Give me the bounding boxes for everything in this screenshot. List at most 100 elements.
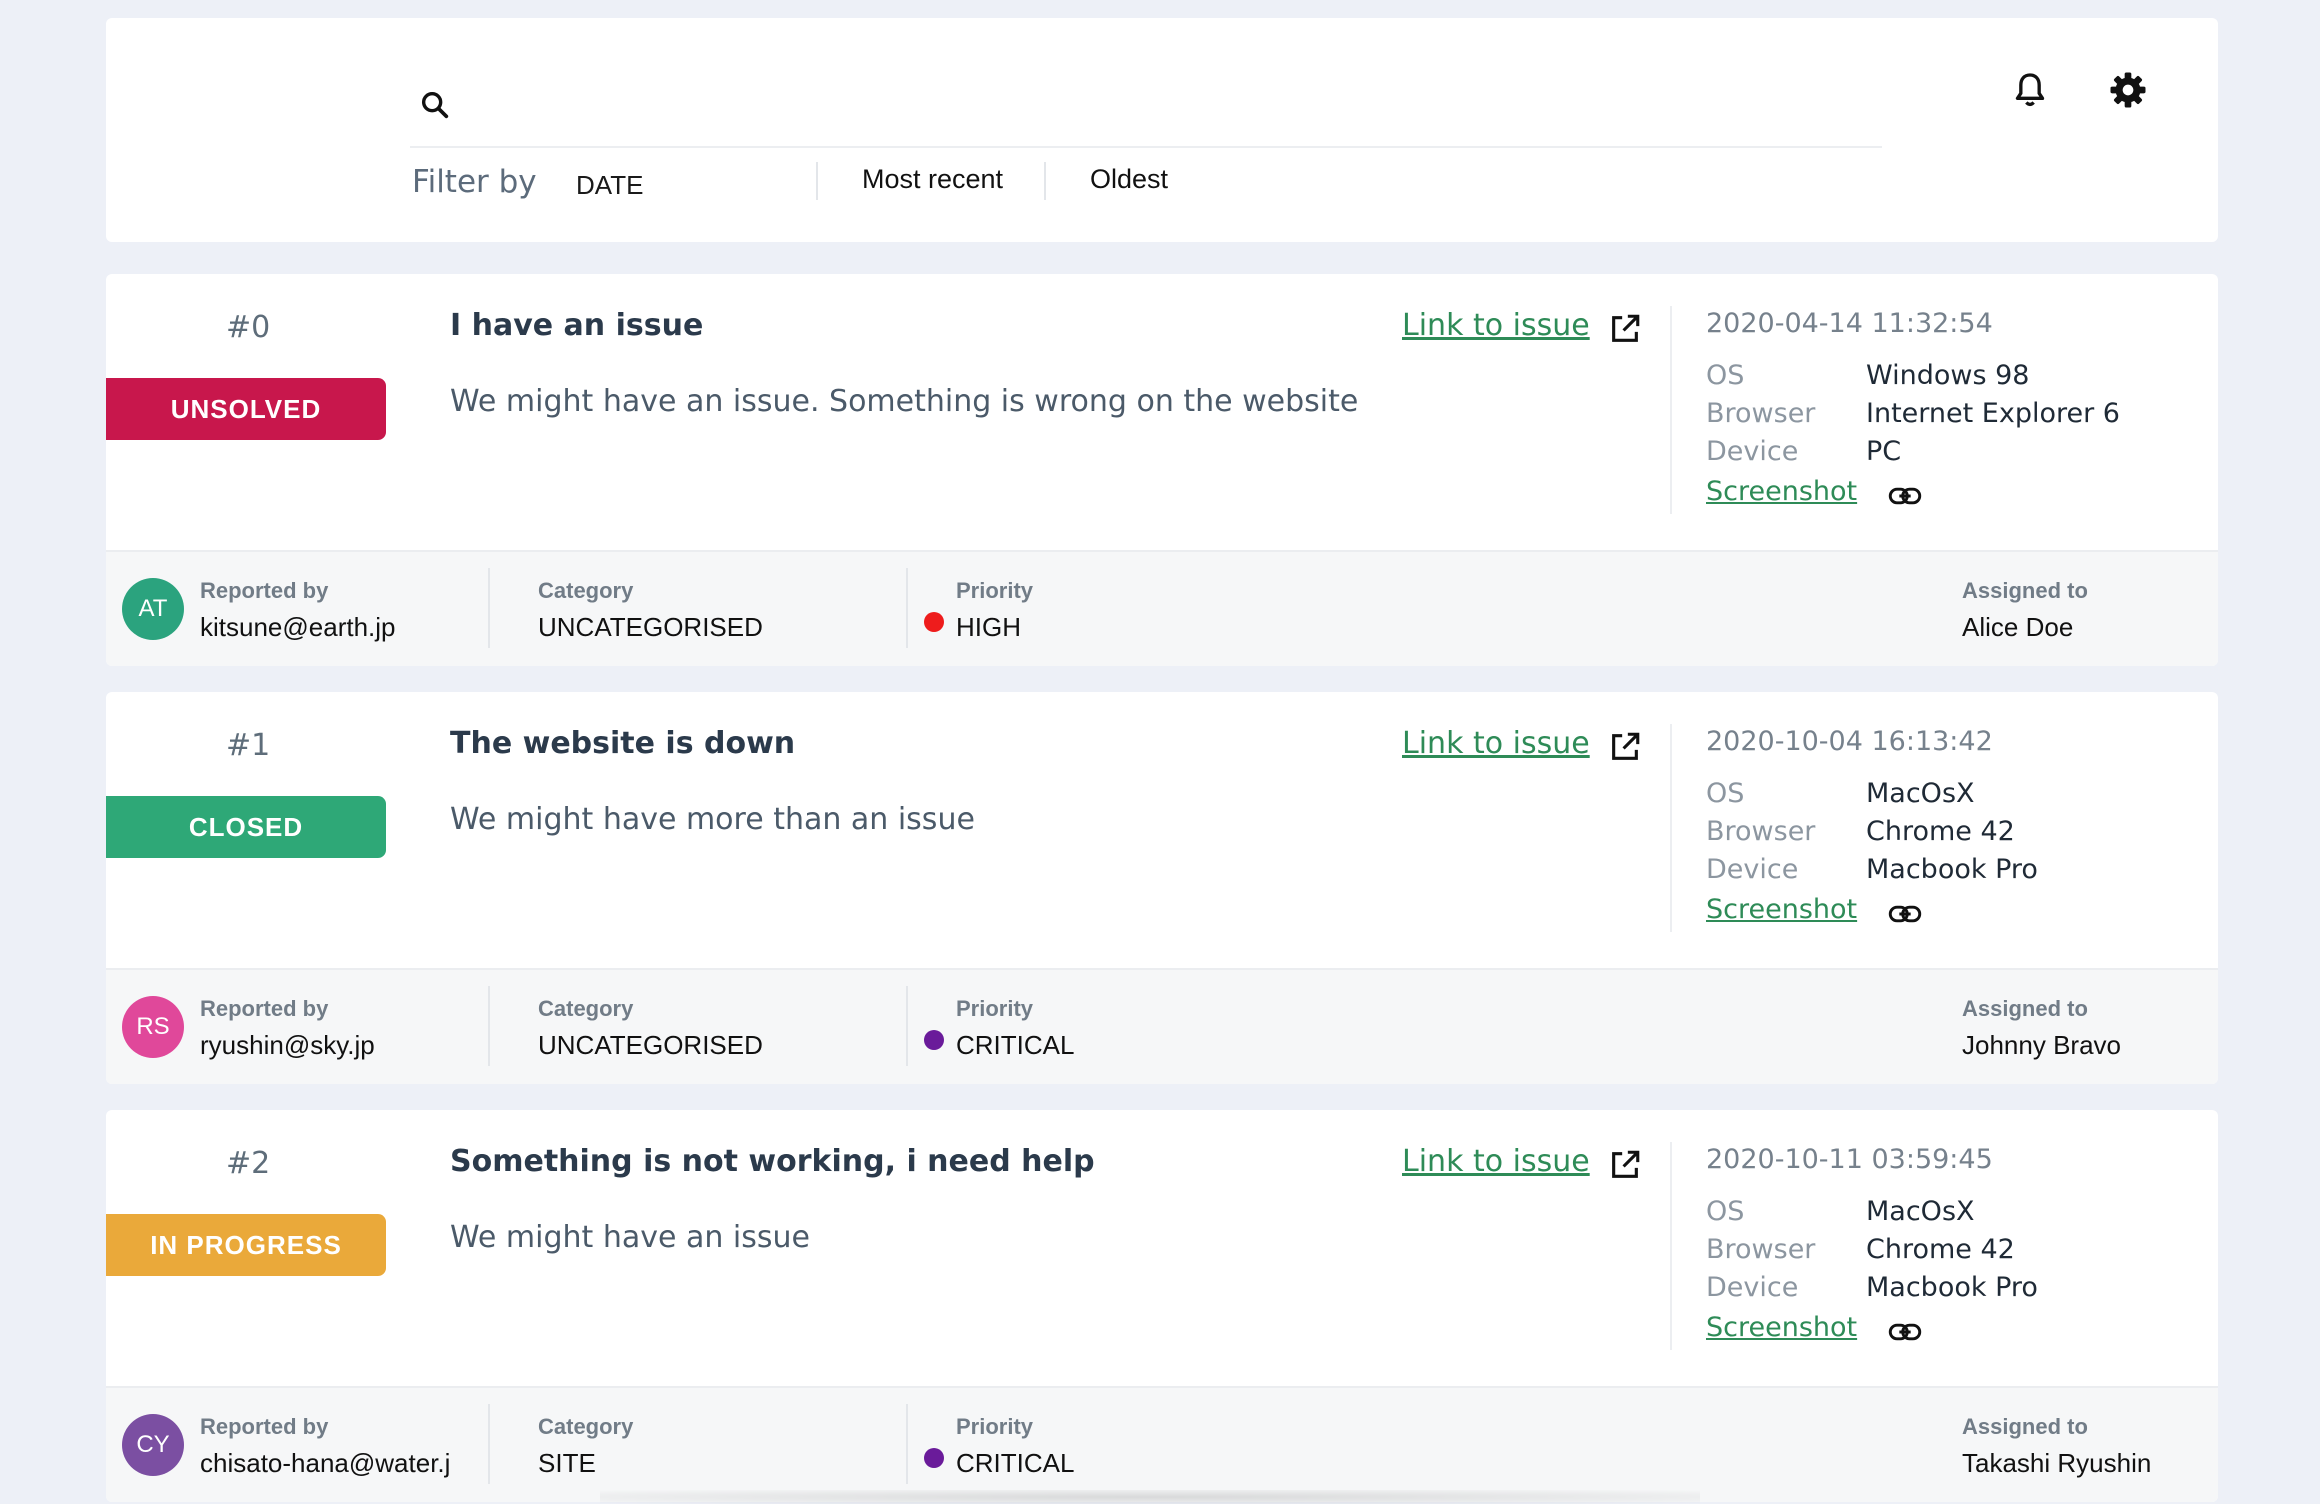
issue-date: 2020-10-04 16:13:42 <box>1706 726 1993 757</box>
issue-id: #2 <box>226 1146 271 1181</box>
browser-value: Chrome 42 <box>1866 1234 2015 1265</box>
priority-dot <box>924 612 944 632</box>
browser-label: Browser <box>1706 1234 1816 1265</box>
priority-label: Priority <box>956 1414 1034 1439</box>
issue-card: #2 IN PROGRESS Something is not working,… <box>106 1110 2218 1502</box>
filter-divider <box>1044 162 1046 200</box>
screenshot-link[interactable]: Screenshot <box>1706 894 1857 925</box>
issue-id: #0 <box>226 310 271 345</box>
filter-divider <box>816 162 818 200</box>
device-label: Device <box>1706 854 1799 885</box>
priority-value: CRITICAL <box>956 1030 1075 1060</box>
reporter-email: ryushin@sky.jp <box>200 1030 375 1060</box>
device-value: Macbook Pro <box>1866 1272 2038 1303</box>
search-bar <box>410 68 1882 148</box>
device-value: PC <box>1866 436 1902 467</box>
filter-most-recent-option[interactable]: Most recent <box>862 164 1003 195</box>
reporter-email: chisato-hana@water.jp <box>200 1448 450 1478</box>
os-label: OS <box>1706 778 1745 809</box>
priority-label: Priority <box>956 996 1034 1021</box>
category-value: UNCATEGORISED <box>538 612 763 642</box>
reporter-email: kitsune@earth.jp <box>200 612 396 642</box>
chain-link-icon[interactable] <box>1888 1320 1922 1344</box>
os-value: MacOsX <box>1866 778 1975 809</box>
avatar: AT <box>122 578 184 640</box>
issue-card-footer: AT Reported by kitsune@earth.jp Category… <box>106 550 2218 666</box>
os-value: Windows 98 <box>1866 360 2030 391</box>
browser-label: Browser <box>1706 816 1816 847</box>
category-label: Category <box>538 1414 634 1439</box>
category-label: Category <box>538 996 634 1021</box>
footer-divider <box>488 986 490 1066</box>
priority-dot <box>924 1030 944 1050</box>
category-value: SITE <box>538 1448 596 1478</box>
status-badge: IN PROGRESS <box>106 1214 386 1276</box>
issue-title: The website is down <box>450 726 796 761</box>
browser-value: Chrome 42 <box>1866 816 2015 847</box>
device-label: Device <box>1706 1272 1799 1303</box>
category-value: UNCATEGORISED <box>538 1030 763 1060</box>
category-label: Category <box>538 578 634 603</box>
divider <box>1670 1142 1672 1350</box>
avatar: CY <box>122 1414 184 1476</box>
os-label: OS <box>1706 1196 1745 1227</box>
filter-oldest-option[interactable]: Oldest <box>1090 164 1168 195</box>
footer-divider <box>906 568 908 648</box>
reported-by-label: Reported by <box>200 578 329 603</box>
link-to-issue[interactable]: Link to issue <box>1402 308 1590 343</box>
issue-description: We might have an issue <box>450 1220 810 1255</box>
browser-value: Internet Explorer 6 <box>1866 398 2120 429</box>
divider <box>1670 306 1672 514</box>
browser-label: Browser <box>1706 398 1816 429</box>
external-link-icon[interactable] <box>1608 730 1642 764</box>
search-input[interactable] <box>470 82 1854 130</box>
priority-value: CRITICAL <box>956 1448 1075 1478</box>
issue-description: We might have more than an issue <box>450 802 975 837</box>
device-label: Device <box>1706 436 1799 467</box>
footer-divider <box>906 1404 908 1484</box>
issue-card: #1 CLOSED The website is down We might h… <box>106 692 2218 1084</box>
chain-link-icon[interactable] <box>1888 902 1922 926</box>
divider <box>1670 724 1672 932</box>
scroll-shadow <box>600 1490 1700 1504</box>
external-link-icon[interactable] <box>1608 312 1642 346</box>
priority-label: Priority <box>956 578 1034 603</box>
avatar: RS <box>122 996 184 1058</box>
footer-divider <box>488 1404 490 1484</box>
issue-date: 2020-10-11 03:59:45 <box>1706 1144 1993 1175</box>
filter-by-label: Filter by <box>412 164 537 200</box>
reporter-email-wrapper: kitsune@earth.jp <box>200 610 450 650</box>
link-to-issue[interactable]: Link to issue <box>1402 1144 1590 1179</box>
issue-id: #1 <box>226 728 271 763</box>
issue-card: #0 UNSOLVED I have an issue We might hav… <box>106 274 2218 666</box>
issue-title: Something is not working, i need help <box>450 1144 1095 1179</box>
assigned-to-label: Assigned to <box>1962 1414 2088 1439</box>
issue-title: I have an issue <box>450 308 704 343</box>
os-value: MacOsX <box>1866 1196 1975 1227</box>
reporter-email-wrapper: ryushin@sky.jp <box>200 1028 450 1068</box>
reporter-email-wrapper: chisato-hana@water.jp <box>200 1446 450 1486</box>
chain-link-icon[interactable] <box>1888 484 1922 508</box>
status-badge: UNSOLVED <box>106 378 386 440</box>
os-label: OS <box>1706 360 1745 391</box>
issue-card-footer: RS Reported by ryushin@sky.jp Category U… <box>106 968 2218 1084</box>
settings-gear-icon[interactable] <box>2108 70 2148 110</box>
assigned-to-label: Assigned to <box>1962 578 2088 603</box>
assignee-name: Alice Doe <box>1962 612 2074 642</box>
assignee-name: Takashi Ryushin <box>1962 1448 2152 1478</box>
filter-field-date[interactable]: DATE <box>576 170 643 201</box>
screenshot-link[interactable]: Screenshot <box>1706 1312 1857 1343</box>
status-badge: CLOSED <box>106 796 386 858</box>
link-to-issue[interactable]: Link to issue <box>1402 726 1590 761</box>
issue-description: We might have an issue. Something is wro… <box>450 384 1359 419</box>
issue-date: 2020-04-14 11:32:54 <box>1706 308 1993 339</box>
screenshot-link[interactable]: Screenshot <box>1706 476 1857 507</box>
notification-bell-icon[interactable] <box>2010 70 2050 110</box>
search-icon[interactable] <box>418 88 452 122</box>
reported-by-label: Reported by <box>200 1414 329 1439</box>
footer-divider <box>906 986 908 1066</box>
footer-divider <box>488 568 490 648</box>
assignee-name: Johnny Bravo <box>1962 1030 2121 1060</box>
external-link-icon[interactable] <box>1608 1148 1642 1182</box>
device-value: Macbook Pro <box>1866 854 2038 885</box>
